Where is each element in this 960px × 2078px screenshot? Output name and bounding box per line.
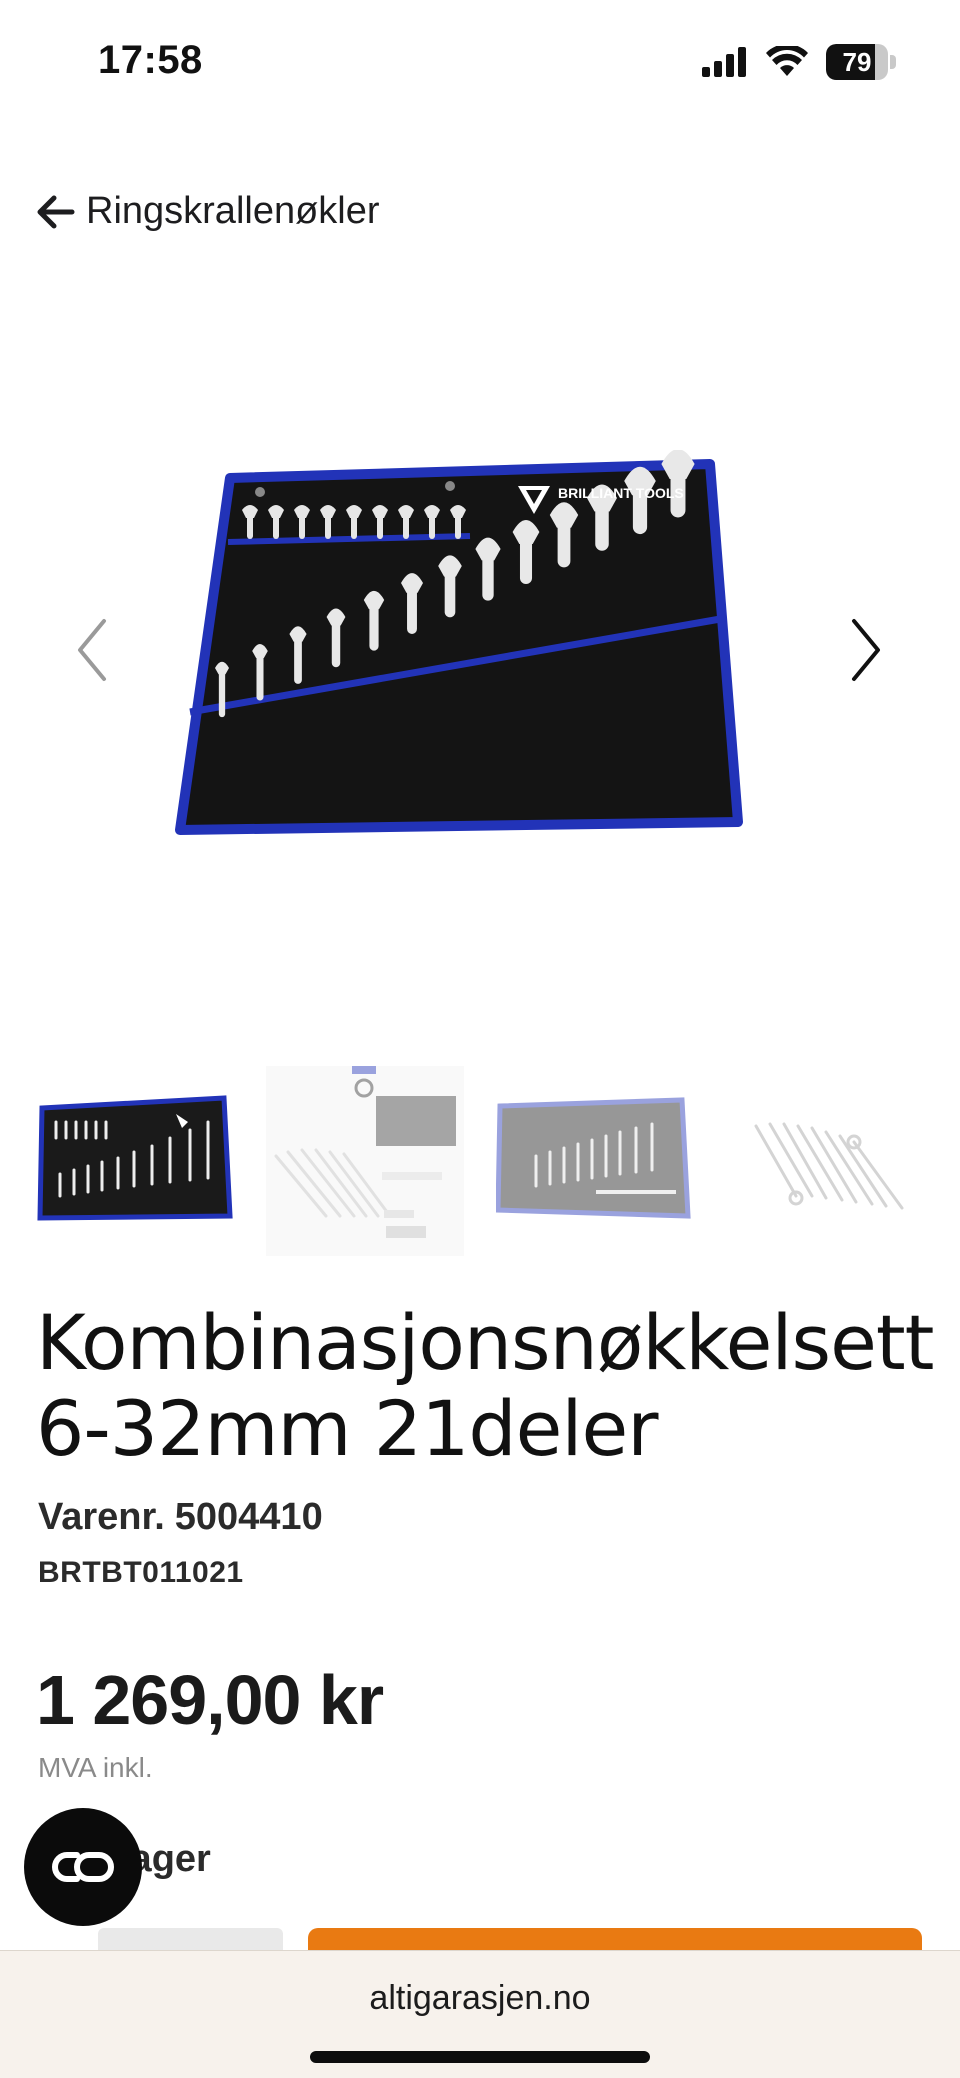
chevron-left-icon[interactable] (68, 615, 118, 685)
battery-icon: 79 (826, 44, 896, 80)
thumbnail-strip (36, 1066, 924, 1256)
sku-line: Varenr. 5004410 (38, 1496, 323, 1539)
status-time: 17:58 (98, 38, 203, 82)
wifi-icon (766, 46, 808, 76)
url-text: altigarasjen.no (369, 1979, 591, 2017)
chat-button[interactable] (24, 1808, 142, 1926)
product-main-image[interactable]: BRILLIANT TOOLS (150, 450, 810, 850)
status-icons: 79 (702, 44, 896, 80)
thumbnail-1[interactable] (36, 1066, 234, 1256)
status-bar: 17:58 79 (0, 0, 960, 130)
sku-label: Varenr. (38, 1496, 165, 1538)
chevron-right-icon[interactable] (840, 615, 890, 685)
product-title: Kombinasjonsnøkkelsett 6-32mm 21deler (36, 1298, 934, 1473)
browser-address-bar[interactable]: altigarasjen.no (0, 1950, 960, 2078)
vat-note: MVA inkl. (38, 1752, 153, 1783)
back-label: Ringskrallenøkler (86, 190, 380, 232)
product-price: 1 269,00 kr (36, 1661, 384, 1739)
thumbnail-4[interactable] (726, 1066, 924, 1256)
arrow-left-icon (37, 195, 75, 228)
thumbnail-2[interactable] (266, 1066, 464, 1256)
manufacturer-part-number: BRTBT011021 (38, 1556, 244, 1589)
chat-icon (52, 1852, 114, 1882)
home-indicator (310, 2051, 650, 2063)
thumbnail-3[interactable] (496, 1066, 694, 1256)
sku-value: 5004410 (174, 1496, 323, 1538)
cellular-signal-icon (702, 47, 746, 77)
back-link[interactable]: Ringskrallenøkler (36, 190, 380, 233)
brand-logo-text: BRILLIANT TOOLS (558, 485, 684, 501)
battery-level: 79 (842, 47, 872, 77)
